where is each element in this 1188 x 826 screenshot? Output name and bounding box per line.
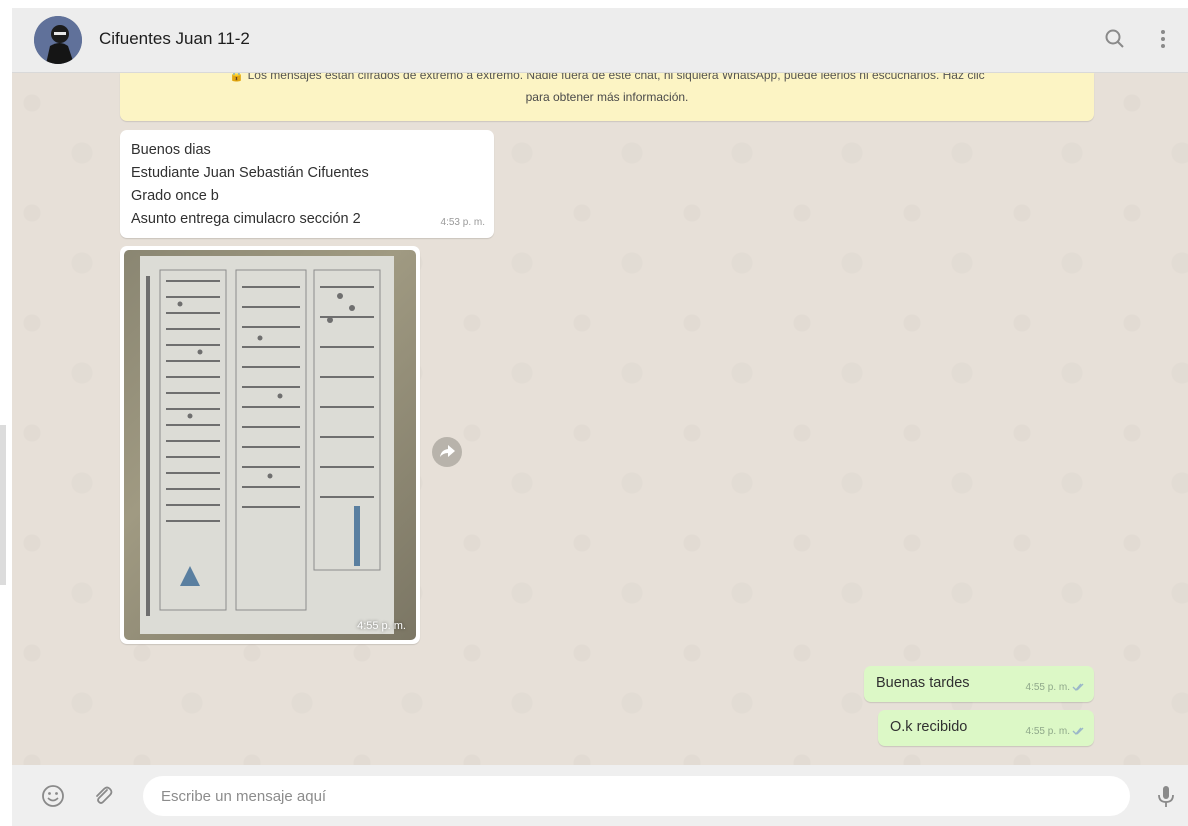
message-input[interactable]: Escribe un mensaje aquí [143,776,1130,816]
message-line: Buenos dias [131,142,211,158]
message-text: Buenas tardes [876,675,970,691]
incoming-message[interactable]: Buenos dias Estudiante Juan Sebastián Ci… [120,130,494,238]
search-icon[interactable] [1102,26,1128,52]
message-time: 4:53 p. m. [440,217,485,228]
contact-name[interactable]: Cifuentes Juan 11-2 [99,29,250,49]
read-receipt-icon [1072,680,1086,692]
avatar[interactable] [34,16,82,64]
encryption-notice-line2: para obtener más información. [525,90,689,104]
window-edge [0,425,6,585]
outgoing-message[interactable]: O.k recibido 4:55 p. m. [878,710,1094,746]
mic-icon[interactable] [1152,782,1180,810]
read-receipt-icon [1072,724,1086,736]
incoming-image-message[interactable]: 4:55 p. m. [120,246,420,644]
message-line: Grado once b [131,188,219,204]
outgoing-message[interactable]: Buenas tardes 4:55 p. m. [864,666,1094,702]
message-line: Estudiante Juan Sebastián Cifuentes [131,165,369,181]
forward-icon[interactable] [432,437,462,467]
message-text: O.k recibido [890,719,968,735]
answer-sheet-photo[interactable]: 4:55 p. m. [124,250,416,640]
message-input-placeholder: Escribe un mensaje aquí [161,788,327,805]
message-time: 4:55 p. m. [1025,682,1070,693]
menu-icon[interactable] [1150,26,1176,52]
attach-icon[interactable] [89,782,117,810]
encryption-notice[interactable]: 🔒 Los mensajes están cifrados de extremo… [120,73,1094,121]
message-time: 4:55 p. m. [357,620,406,632]
chat-window: Cifuentes Juan 11-2 🔒 Los mensajes están… [12,8,1188,826]
encryption-notice-line1: 🔒 Los mensajes están cifrados de extremo… [229,73,985,82]
compose-bar: Escribe un mensaje aquí [12,765,1188,826]
message-time: 4:55 p. m. [1025,726,1070,737]
answer-sheet [140,256,394,634]
message-line: Asunto entrega cimulacro sección 2 [131,211,361,227]
chat-header: Cifuentes Juan 11-2 [12,8,1188,73]
emoji-icon[interactable] [39,782,67,810]
message-list[interactable]: 🔒 Los mensajes están cifrados de extremo… [12,73,1188,765]
